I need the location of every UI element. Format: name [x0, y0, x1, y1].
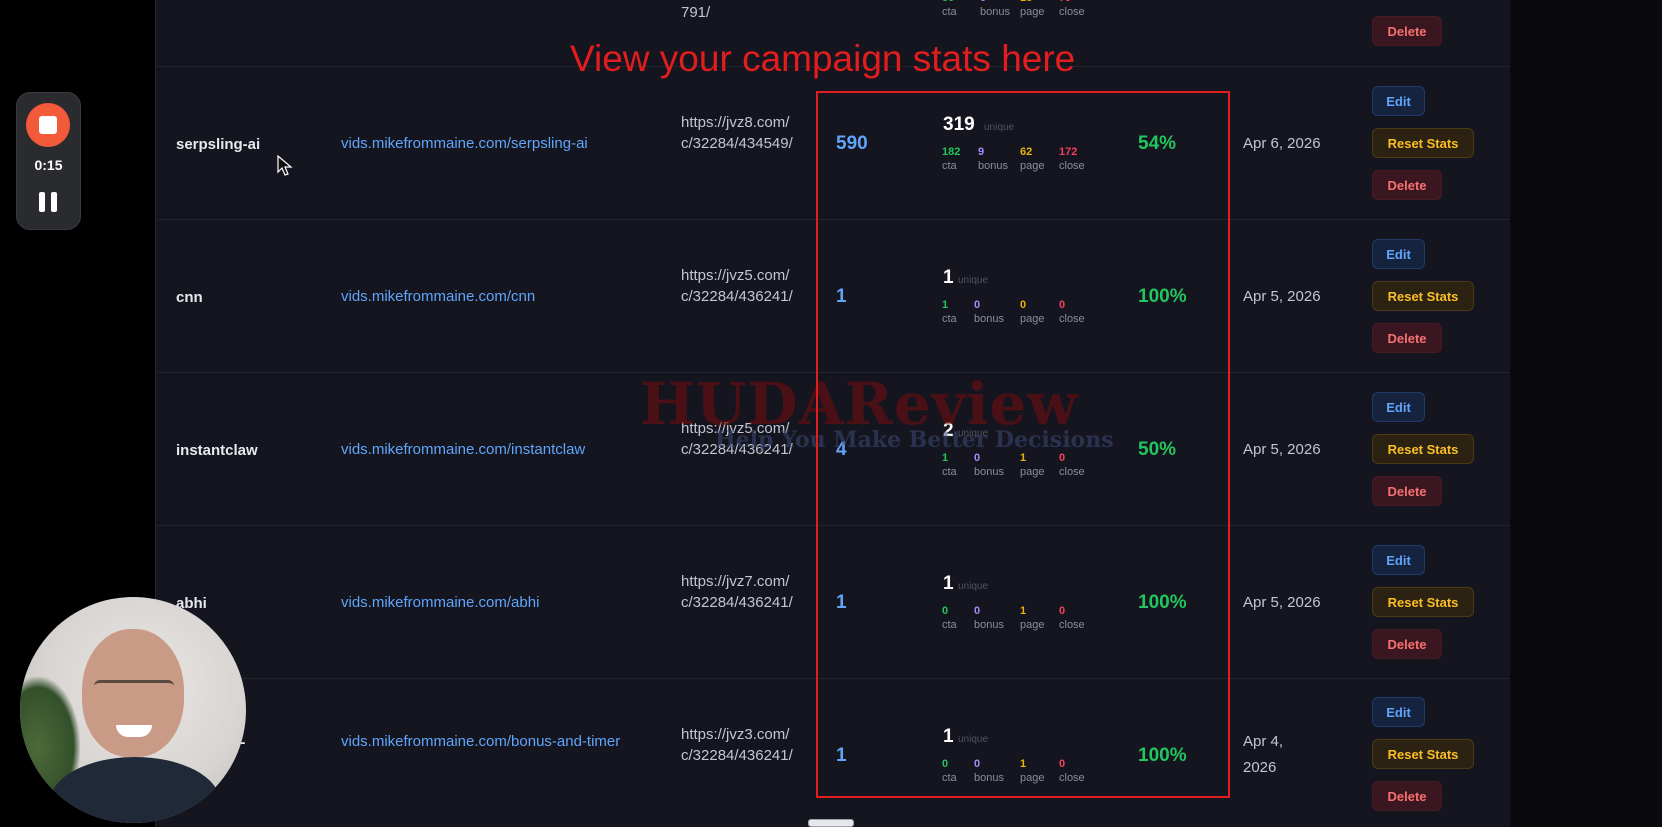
- created-date: Apr 5, 2026: [1243, 288, 1321, 305]
- campaign-name: serpsling-ai: [176, 136, 261, 153]
- delete-button[interactable]: Delete: [1372, 781, 1442, 811]
- presenter-glasses: [94, 680, 174, 703]
- reset-stats-button[interactable]: Reset Stats: [1372, 128, 1474, 158]
- webcam-overlay: [20, 597, 246, 823]
- campaign-url-link[interactable]: vids.mikefrommaine.com/instantclaw: [341, 437, 621, 463]
- edit-button[interactable]: Edit: [1372, 239, 1425, 269]
- reset-stats-button[interactable]: Reset Stats: [1372, 587, 1474, 617]
- delete-button[interactable]: Delete: [1372, 629, 1442, 659]
- edit-button[interactable]: Edit: [1372, 545, 1425, 575]
- campaign-url-link[interactable]: vids.mikefrommaine.com/bonus-and-timer: [341, 729, 621, 755]
- stop-recording-button[interactable]: [26, 103, 70, 147]
- created-date: Apr 5, 2026: [1243, 594, 1321, 611]
- stat-close: 79close: [1059, 0, 1085, 18]
- recording-timer: 0:15: [34, 157, 63, 173]
- campaign-url-link[interactable]: vids.mikefrommaine.com/serpsling-ai: [341, 131, 621, 157]
- annotation-caption: View your campaign stats here: [570, 38, 1076, 79]
- affiliate-link-partial: 791/: [681, 4, 711, 21]
- campaign-name: instantclaw: [176, 442, 258, 459]
- stats-highlight-box: [816, 91, 1230, 798]
- affiliate-link: https://jvz8.com/c/32284/434549/: [681, 114, 793, 152]
- side-margin: [1510, 0, 1662, 827]
- stop-icon: [39, 116, 57, 134]
- created-date: Apr 4, 2026: [1243, 733, 1284, 776]
- campaign-url-link[interactable]: vids.mikefrommaine.com/abhi: [341, 590, 621, 616]
- reset-stats-button[interactable]: Reset Stats: [1372, 434, 1474, 464]
- edit-button[interactable]: Edit: [1372, 697, 1425, 727]
- mouse-cursor-icon: [277, 155, 293, 176]
- reset-stats-button[interactable]: Reset Stats: [1372, 739, 1474, 769]
- screen-recorder-widget: 0:15: [16, 92, 81, 230]
- edit-button[interactable]: Edit: [1372, 86, 1425, 116]
- delete-button[interactable]: Delete: [1372, 323, 1442, 353]
- pause-icon[interactable]: [39, 192, 58, 212]
- edit-button[interactable]: Edit: [1372, 392, 1425, 422]
- affiliate-link: https://jvz7.com/c/32284/436241/: [681, 573, 793, 611]
- delete-button[interactable]: Delete: [1372, 170, 1442, 200]
- campaign-url-link[interactable]: vids.mikefrommaine.com/cnn: [341, 284, 621, 310]
- campaign-name: cnn: [176, 289, 203, 306]
- affiliate-link: https://jvz3.com/c/32284/436241/: [681, 726, 793, 764]
- scroll-handle[interactable]: [808, 819, 854, 827]
- delete-button[interactable]: Delete: [1372, 476, 1442, 506]
- created-date: Apr 5, 2026: [1243, 441, 1321, 458]
- delete-button[interactable]: Delete: [1372, 16, 1442, 46]
- affiliate-link: https://jvz5.com/c/32284/436241/: [681, 267, 793, 305]
- reset-stats-button[interactable]: Reset Stats: [1372, 281, 1474, 311]
- created-date: Apr 6, 2026: [1243, 135, 1321, 152]
